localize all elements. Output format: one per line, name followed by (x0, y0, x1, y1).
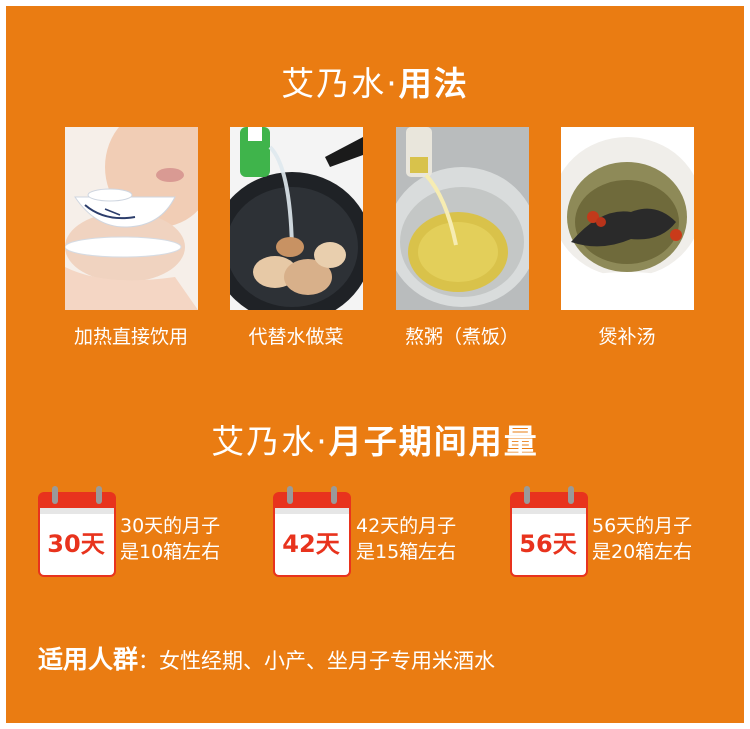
audience-text: 女性经期、小产、坐月子专用米酒水 (159, 649, 496, 673)
photo-drink-directly (65, 127, 198, 310)
plan-30-line1: 30天的月子 (120, 515, 221, 537)
plan-42-line1: 42天的月子 (356, 515, 457, 537)
calendar-42-badge: 42天 (282, 530, 340, 558)
usage-title-bold: 用法 (398, 64, 469, 103)
caption-porridge: 熬粥（煮饭） (404, 326, 519, 348)
photo-cooking (230, 127, 363, 310)
audience-lead: 适用人群 (38, 645, 139, 674)
plan-42-line2: 是15箱左右 (356, 541, 457, 563)
plan-30-desc: 30天的月子 是10箱左右 (120, 513, 220, 565)
caption-soup: 煲补汤 (598, 326, 656, 348)
calendar-56-badge: 56天 (519, 530, 577, 558)
calendar-30-icon: 30天 (36, 484, 124, 579)
plan-56-line2: 是20箱左右 (592, 541, 693, 563)
plan-42-desc: 42天的月子 是15箱左右 (356, 513, 456, 565)
usage-title-brand: 艾乃水· (281, 64, 399, 103)
calendar-30-badge: 30天 (47, 530, 105, 558)
plan-30-line2: 是10箱左右 (120, 541, 221, 563)
dosage-title: 艾乃水·月子期间用量 (0, 415, 750, 463)
audience-line: 适用人群：女性经期、小产、坐月子专用米酒水 (38, 640, 495, 676)
plan-56-desc: 56天的月子 是20箱左右 (592, 513, 692, 565)
dosage-title-bold: 月子期间用量 (328, 422, 539, 461)
orange-panel (6, 6, 744, 723)
caption-cooking: 代替水做菜 (248, 326, 344, 348)
usage-title: 艾乃水·用法 (0, 57, 750, 105)
photo-soup (561, 127, 694, 310)
caption-drink-directly: 加热直接饮用 (73, 326, 188, 348)
dosage-title-brand: 艾乃水· (211, 422, 329, 461)
photo-porridge (396, 127, 529, 310)
calendar-42-icon: 42天 (271, 484, 359, 579)
calendar-56-icon: 56天 (508, 484, 596, 579)
page: 艾乃水·用法 加热直接饮用 代替水做菜 熬粥（煮饭） 煲补汤 艾乃水·月子期间用… (0, 0, 750, 729)
plan-56-line1: 56天的月子 (592, 515, 693, 537)
audience-separator: ： (138, 649, 160, 673)
